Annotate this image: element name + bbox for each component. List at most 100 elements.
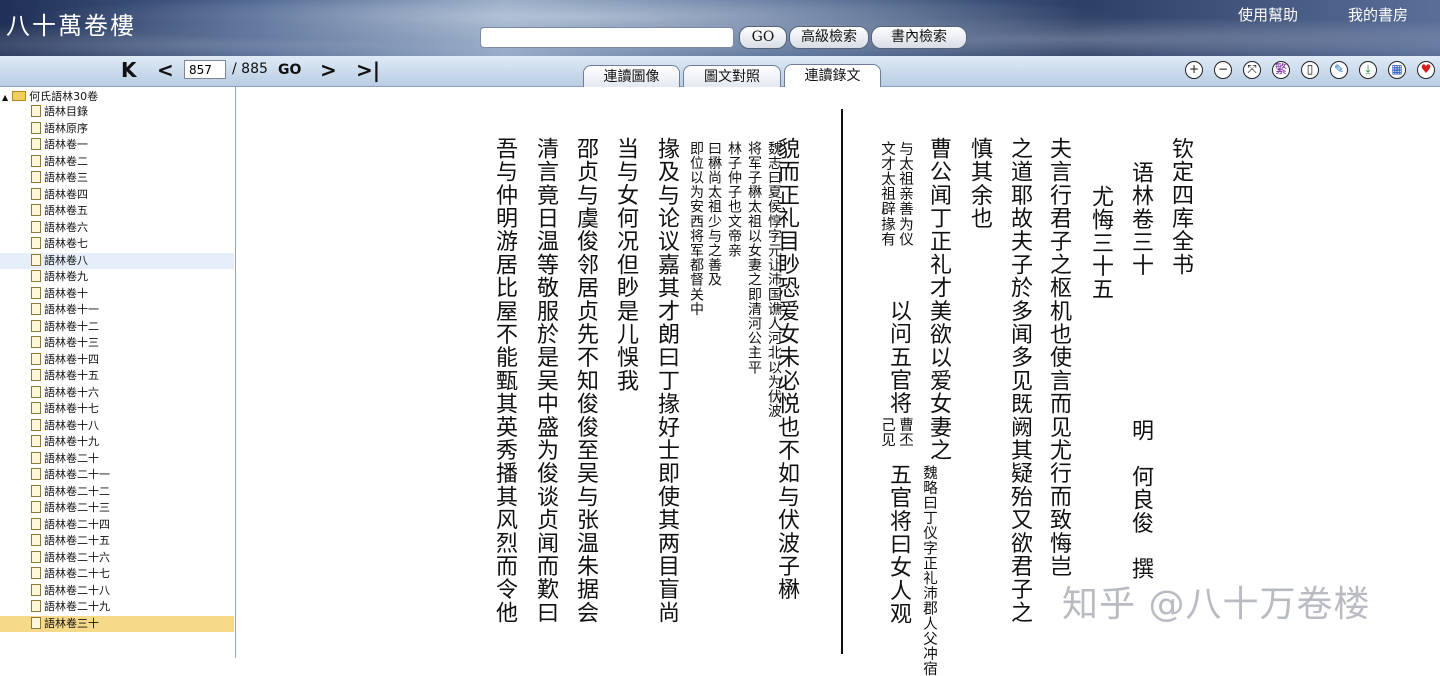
sidebar-item-label: 語林卷十九 xyxy=(44,435,99,448)
document-icon xyxy=(31,385,41,398)
bookmark-icon[interactable]: ▯ xyxy=(1301,61,1319,79)
note-column: 曰楙尚太祖少与之善及 xyxy=(706,141,722,287)
sidebar-item[interactable]: 語林卷二十九 xyxy=(0,599,234,616)
sidebar-item[interactable]: 語林卷二十七 xyxy=(0,566,234,583)
page-number-input[interactable]: 857 xyxy=(184,60,226,79)
sidebar-item-label: 語林卷十八 xyxy=(44,418,99,432)
sidebar-item-label: 語林卷七 xyxy=(44,237,88,250)
page-divider xyxy=(841,109,843,654)
in-book-search-button[interactable]: 書內檢索 xyxy=(871,26,967,49)
fit-screen-icon[interactable]: ⤧ xyxy=(1243,61,1261,79)
sidebar-item[interactable]: 語林卷二十五 xyxy=(0,533,234,550)
sidebar-item-label: 語林原序 xyxy=(44,121,88,135)
tab-continuous-image[interactable]: 連讀圖像 xyxy=(583,65,680,88)
sidebar-item[interactable]: 語林卷一 xyxy=(0,137,234,154)
sidebar-item[interactable]: 語林卷四 xyxy=(0,187,234,204)
document-icon xyxy=(31,534,41,546)
sidebar-item[interactable]: 語林原序 xyxy=(0,121,234,138)
sidebar-item-label: 語林卷二十七 xyxy=(44,567,110,580)
favorite-heart-icon[interactable]: ♥ xyxy=(1417,61,1435,79)
prev-page-icon[interactable]: < xyxy=(157,58,174,82)
document-icon xyxy=(31,550,41,563)
sidebar-item[interactable]: 語林卷十四 xyxy=(0,352,234,369)
tab-continuous-transcript[interactable]: 連讀錄文 xyxy=(784,64,881,89)
note-column: 曹丕 xyxy=(897,417,913,448)
sidebar-item[interactable]: 語林卷十三 xyxy=(0,335,234,352)
zoom-out-icon[interactable]: − xyxy=(1214,61,1232,79)
sidebar-item[interactable]: 語林卷三十 xyxy=(0,615,234,632)
first-page-icon[interactable]: K xyxy=(121,58,137,82)
document-icon xyxy=(31,451,41,464)
sidebar-item[interactable]: 語林卷五 xyxy=(0,203,234,220)
sidebar-item-label: 語林卷二十二 xyxy=(44,484,110,498)
reading-area: 钦定四库全书 语林卷三十 尤悔三十五 明 何良俊 撰 夫言行君子之枢机也使言而见… xyxy=(236,87,1440,676)
folder-icon xyxy=(12,91,27,101)
sidebar-item[interactable]: 語林卷十五 xyxy=(0,368,234,385)
site-logo[interactable]: 八十萬卷樓 xyxy=(6,6,136,41)
sidebar-item[interactable]: 語林卷三 xyxy=(0,170,234,187)
document-icon xyxy=(31,336,41,348)
sidebar-item-label: 語林卷十七 xyxy=(44,402,99,415)
text-column: 五官将曰女人观 xyxy=(886,463,911,626)
text-column: 当与女何况但眇是儿悞我 xyxy=(613,137,638,393)
sidebar-item[interactable]: 語林卷二 xyxy=(0,154,234,171)
sidebar-item[interactable]: 語林卷十 xyxy=(0,286,234,303)
search-go-button[interactable]: GO xyxy=(739,26,787,49)
sidebar-item[interactable]: 語林卷十一 xyxy=(0,302,234,319)
help-link[interactable]: 使用幫助 xyxy=(1238,4,1298,25)
sidebar-item[interactable]: 語林卷六 xyxy=(0,220,234,237)
sidebar-item-label: 語林卷二十八 xyxy=(44,583,110,597)
sidebar-item[interactable]: 語林卷二十四 xyxy=(0,517,234,534)
sidebar-item-label: 語林卷四 xyxy=(44,187,88,201)
advanced-search-button[interactable]: 高級檢索 xyxy=(789,26,869,49)
text-column: 夫言行君子之枢机也使言而见尤行而致悔岂 xyxy=(1046,137,1071,578)
sidebar-item-label: 語林卷八 xyxy=(44,253,88,267)
page-go-button[interactable]: GO xyxy=(278,62,301,78)
document-icon xyxy=(31,270,41,282)
sidebar-item[interactable]: 語林卷二十 xyxy=(0,451,234,468)
search-input[interactable] xyxy=(480,27,734,48)
sidebar-item[interactable]: 語林卷二十八 xyxy=(0,583,234,600)
sidebar-item[interactable]: 語林卷十八 xyxy=(0,418,234,435)
my-shelf-link[interactable]: 我的書房 xyxy=(1348,4,1408,25)
sidebar-item[interactable]: 語林卷十六 xyxy=(0,385,234,402)
document-icon xyxy=(31,402,41,414)
document-icon xyxy=(31,187,41,200)
sidebar-item-label: 語林卷九 xyxy=(44,270,88,283)
text-column: 曹公闻丁正礼才美欲以爱女妻之 xyxy=(926,137,951,462)
annotate-icon[interactable]: ✎ xyxy=(1330,61,1348,79)
sidebar-item[interactable]: 語林卷二十三 xyxy=(0,500,234,517)
tab-image-text-compare[interactable]: 圖文對照 xyxy=(683,65,781,88)
tree-root-book[interactable]: ▲ 何氏語林30卷 xyxy=(2,89,98,105)
note-column: 己见 xyxy=(879,417,895,448)
sidebar-item-label: 語林卷六 xyxy=(44,220,88,234)
sidebar-item-label: 語林卷十五 xyxy=(44,369,99,382)
sidebar-item[interactable]: 語林卷八 xyxy=(0,252,234,269)
next-page-icon[interactable]: > xyxy=(320,58,337,82)
document-icon xyxy=(31,567,41,579)
print-icon[interactable]: ▦ xyxy=(1388,61,1406,79)
sidebar-item[interactable]: 語林卷十二 xyxy=(0,319,234,336)
document-icon xyxy=(31,484,41,497)
text-column: 钦定四库全书 xyxy=(1168,137,1193,277)
sidebar-item[interactable]: 語林卷二十二 xyxy=(0,484,234,501)
document-icon xyxy=(31,418,41,431)
collapse-toggle-icon[interactable]: ▲ xyxy=(2,93,8,102)
zoom-in-icon[interactable]: + xyxy=(1185,61,1203,79)
download-icon[interactable]: ⤓ xyxy=(1359,61,1377,79)
sidebar-item[interactable]: 語林卷十七 xyxy=(0,401,234,418)
sidebar-item[interactable]: 語林卷二十六 xyxy=(0,550,234,567)
sidebar-item[interactable]: 語林卷九 xyxy=(0,269,234,286)
sidebar-item[interactable]: 語林卷二十一 xyxy=(0,467,234,484)
last-page-icon[interactable]: >| xyxy=(356,58,380,82)
document-icon xyxy=(31,517,41,530)
document-icon xyxy=(31,319,41,332)
document-icon xyxy=(31,600,41,612)
sidebar-item-label: 語林卷十四 xyxy=(44,352,99,366)
tree-root-label: 何氏語林30卷 xyxy=(29,90,99,103)
traditional-chinese-icon[interactable]: 繁 xyxy=(1272,61,1290,79)
sidebar-item[interactable]: 語林目錄 xyxy=(0,104,234,121)
sidebar-item[interactable]: 語林卷十九 xyxy=(0,434,234,451)
sidebar-item[interactable]: 語林卷七 xyxy=(0,236,234,253)
text-column: 慎其余也 xyxy=(967,137,992,230)
